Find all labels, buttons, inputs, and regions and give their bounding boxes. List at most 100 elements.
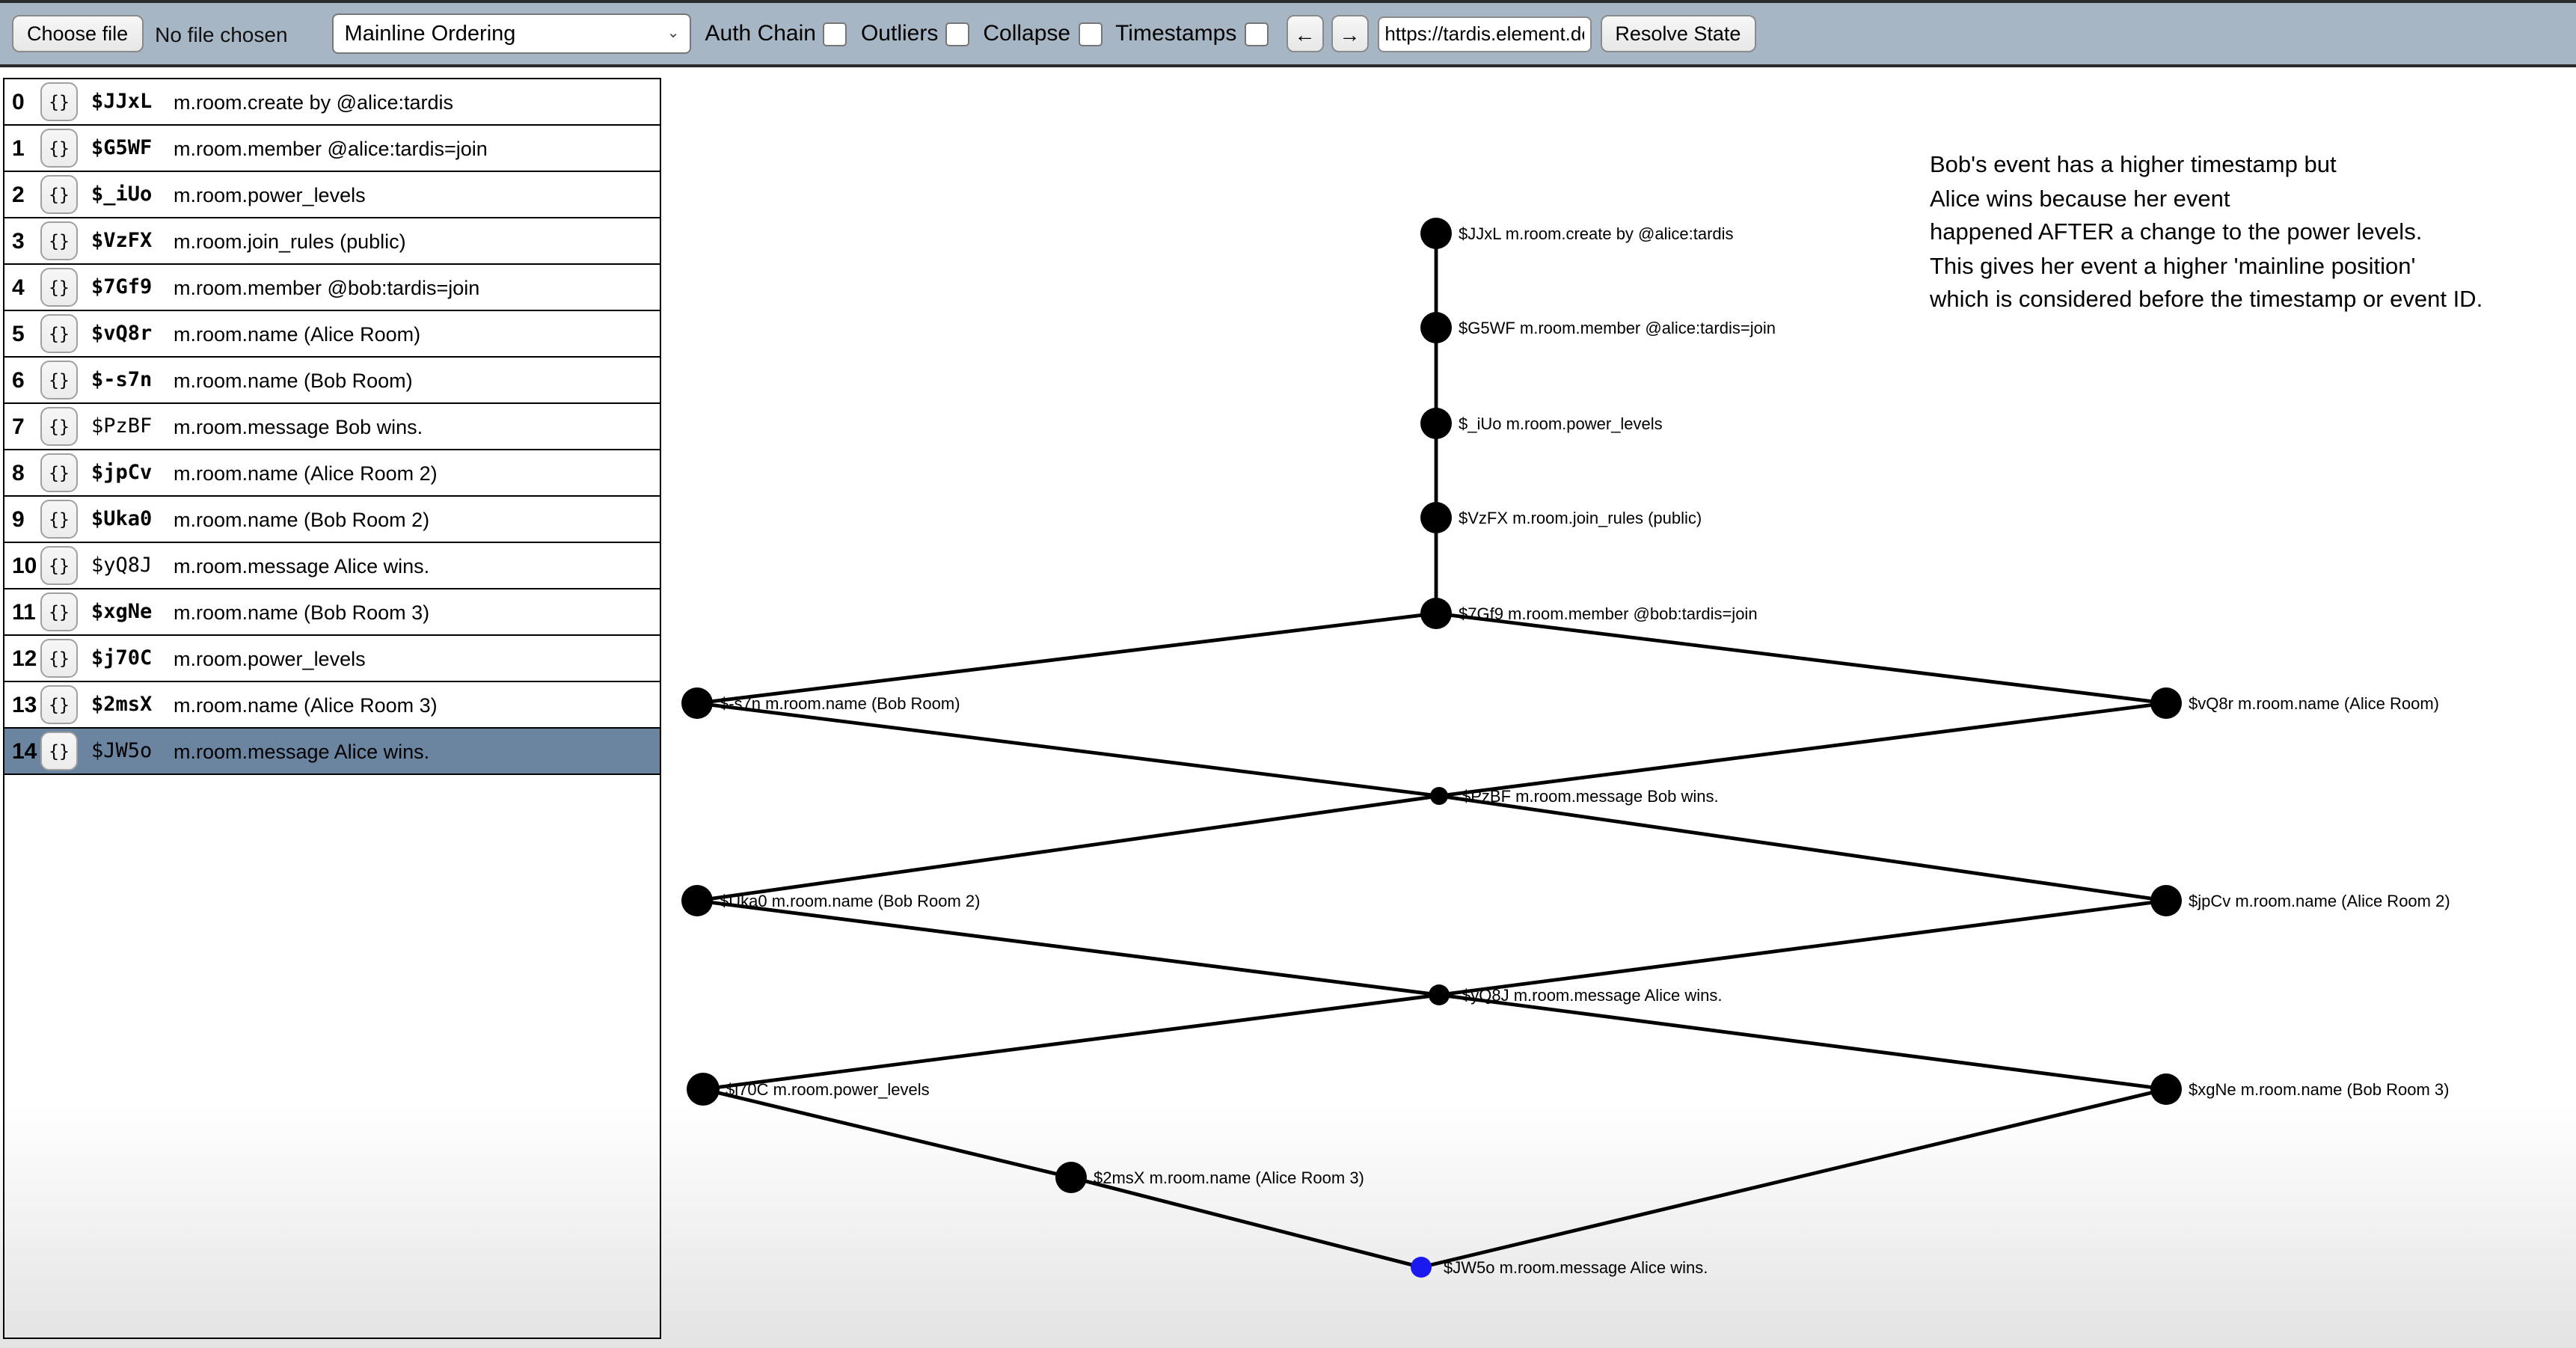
json-view-button[interactable]: {} xyxy=(40,732,78,770)
annotation-line: Alice wins because her event xyxy=(1930,183,2483,217)
annotation-line: Bob's event has a higher timestamp but xyxy=(1930,150,2483,183)
event-row[interactable]: 14{}$JW5om.room.message Alice wins. xyxy=(4,729,660,775)
dag-node-$jpCv[interactable] xyxy=(2150,885,2182,916)
dag-edge xyxy=(1436,613,2166,703)
event-index: 10 xyxy=(12,553,37,578)
event-description: m.room.name (Bob Room) xyxy=(174,369,413,391)
dag-edge xyxy=(697,901,1439,995)
ordering-select[interactable]: Mainline Ordering ⌄ xyxy=(333,13,692,54)
event-row[interactable]: 0{}$JJxLm.room.create by @alice:tardis xyxy=(4,79,660,126)
dag-node-label: $G5WF m.room.member @alice:tardis=join xyxy=(1459,319,1776,337)
dag-node-$j70C[interactable] xyxy=(687,1073,720,1106)
event-id: $G5WF xyxy=(91,136,162,160)
json-view-button[interactable]: {} xyxy=(40,639,78,678)
dag-node-label: $JW5o m.room.message Alice wins. xyxy=(1444,1258,1708,1277)
event-id: $JW5o xyxy=(91,739,162,763)
json-view-button[interactable]: {} xyxy=(40,500,78,539)
event-id: $yQ8J xyxy=(91,554,162,578)
event-list-panel: 0{}$JJxLm.room.create by @alice:tardis1{… xyxy=(3,78,661,1339)
event-index: 2 xyxy=(12,182,37,207)
url-input[interactable] xyxy=(1377,16,1591,52)
dag-node-$JJxL[interactable] xyxy=(1420,218,1452,249)
dag-edge xyxy=(1421,1089,2166,1267)
outliers-checkbox[interactable] xyxy=(945,22,969,46)
dag-node-label: $7Gf9 m.room.member @bob:tardis=join xyxy=(1459,604,1758,623)
forward-button[interactable]: → xyxy=(1331,15,1368,52)
collapse-checkbox[interactable] xyxy=(1078,22,1102,46)
json-view-button[interactable]: {} xyxy=(40,175,78,214)
event-row[interactable]: 8{}$jpCvm.room.name (Alice Room 2) xyxy=(4,450,660,497)
dag-node-label: $-s7n m.room.name (Bob Room) xyxy=(720,694,960,713)
choose-file-button[interactable]: Choose file xyxy=(12,15,143,52)
event-row[interactable]: 2{}$_iUom.room.power_levels xyxy=(4,172,660,218)
event-index: 8 xyxy=(12,460,37,485)
dag-node-$xgNe[interactable] xyxy=(2150,1073,2182,1105)
dag-edge xyxy=(703,995,1439,1089)
dag-node-$G5WF[interactable] xyxy=(1420,312,1452,343)
dag-edge xyxy=(697,613,1436,703)
json-view-button[interactable]: {} xyxy=(40,546,78,585)
json-view-button[interactable]: {} xyxy=(40,82,78,121)
event-id: $VzFX xyxy=(91,229,162,253)
dag-node-label: $VzFX m.room.join_rules (public) xyxy=(1459,509,1702,527)
timestamps-label: Timestamps xyxy=(1115,21,1236,46)
json-view-button[interactable]: {} xyxy=(40,129,78,168)
event-index: 5 xyxy=(12,321,37,346)
event-row[interactable]: 1{}$G5WFm.room.member @alice:tardis=join xyxy=(4,126,660,172)
event-id: $j70C xyxy=(91,646,162,670)
dag-node-label: $_iUo m.room.power_levels xyxy=(1459,414,1663,433)
dag-edge xyxy=(1439,703,2166,796)
json-view-button[interactable]: {} xyxy=(40,685,78,724)
auth-chain-checkbox-group: Auth Chain xyxy=(705,21,847,46)
event-row[interactable]: 11{}$xgNem.room.name (Bob Room 3) xyxy=(4,589,660,636)
event-description: m.room.create by @alice:tardis xyxy=(174,91,453,113)
event-row[interactable]: 9{}$Uka0m.room.name (Bob Room 2) xyxy=(4,497,660,543)
json-view-button[interactable]: {} xyxy=(40,221,78,260)
dag-node-$_iUo[interactable] xyxy=(1420,408,1452,439)
dag-node-label: $jpCv m.room.name (Alice Room 2) xyxy=(2189,892,2450,910)
event-description: m.room.name (Bob Room 2) xyxy=(174,508,429,530)
event-index: 3 xyxy=(12,228,37,254)
dag-node-$VzFX[interactable] xyxy=(1420,502,1452,533)
event-id: $7Gf9 xyxy=(91,275,162,299)
annotation-line: This gives her event a higher 'mainline … xyxy=(1930,251,2483,284)
event-row[interactable]: 13{}$2msXm.room.name (Alice Room 3) xyxy=(4,682,660,729)
event-index: 11 xyxy=(12,599,37,625)
event-row[interactable]: 12{}$j70Cm.room.power_levels xyxy=(4,636,660,682)
event-description: m.room.join_rules (public) xyxy=(174,230,406,252)
timestamps-checkbox[interactable] xyxy=(1244,22,1268,46)
event-row[interactable]: 10{} $yQ8J m.room.message Alice wins. xyxy=(4,543,660,589)
event-index: 0 xyxy=(12,89,37,114)
dag-node-label: $j70C m.room.power_levels xyxy=(726,1080,930,1099)
json-view-button[interactable]: {} xyxy=(40,453,78,492)
back-button[interactable]: ← xyxy=(1286,15,1323,52)
json-view-button[interactable]: {} xyxy=(40,268,78,307)
event-description: m.room.power_levels xyxy=(174,647,366,670)
event-description: m.room.message Alice wins. xyxy=(174,554,429,577)
event-row[interactable]: 6{}$-s7nm.room.name (Bob Room) xyxy=(4,358,660,404)
file-status-text: No file chosen xyxy=(155,22,287,46)
dag-node-$Uka0[interactable] xyxy=(681,885,713,916)
resolve-state-button[interactable]: Resolve State xyxy=(1600,15,1755,52)
dag-node-$JW5o[interactable] xyxy=(1411,1257,1432,1278)
json-view-button[interactable]: {} xyxy=(40,592,78,631)
json-view-button[interactable]: {} xyxy=(40,361,78,399)
event-row[interactable]: 7{}$PzBFm.room.message Bob wins. xyxy=(4,404,660,450)
dag-node-$PzBF[interactable] xyxy=(1430,787,1448,805)
event-row[interactable]: 4{}$7Gf9m.room.member @bob:tardis=join xyxy=(4,265,660,311)
dag-node-$-s7n[interactable] xyxy=(681,687,713,719)
dag-edge xyxy=(703,1089,1071,1177)
dag-node-$7Gf9[interactable] xyxy=(1420,598,1452,629)
event-row[interactable]: 5{}$vQ8rm.room.name (Alice Room) xyxy=(4,311,660,358)
dag-node-$vQ8r[interactable] xyxy=(2150,687,2182,719)
json-view-button[interactable]: {} xyxy=(40,314,78,353)
event-index: 7 xyxy=(12,414,37,439)
auth-chain-checkbox[interactable] xyxy=(824,22,847,46)
dag-edge xyxy=(697,796,1439,901)
event-id: $2msX xyxy=(91,693,162,717)
json-view-button[interactable]: {} xyxy=(40,407,78,446)
dag-node-$yQ8J[interactable] xyxy=(1429,984,1450,1005)
event-description: m.room.name (Alice Room 2) xyxy=(174,462,438,484)
event-row[interactable]: 3{} $VzFX m.room.join_rules (public) xyxy=(4,218,660,265)
dag-node-$2msX[interactable] xyxy=(1055,1162,1087,1193)
